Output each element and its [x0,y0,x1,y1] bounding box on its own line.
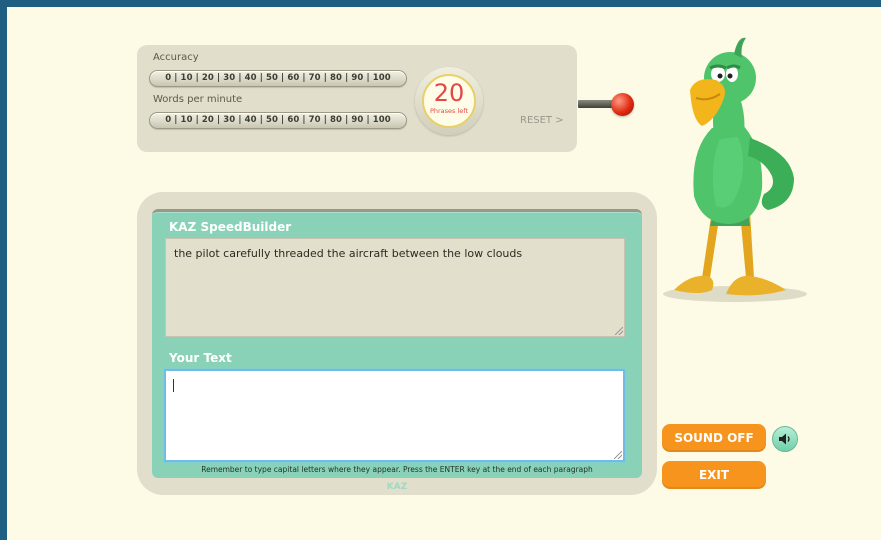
your-text-label: Your Text [169,351,232,365]
text-caret [173,379,174,392]
parrot-mascot [663,37,807,302]
lever-knob-icon [611,93,634,116]
reset-button[interactable]: RESET > [520,115,564,126]
phrases-left-count: 20 [433,79,465,107]
window-frame-left [0,0,7,540]
phrases-left-gauge: 20 Phrases left [415,67,483,135]
target-phrase: the pilot carefully threaded the aircraf… [174,247,523,260]
kaz-footer-mark: KAZ [386,482,408,492]
wpm-label: Words per minute [153,94,243,105]
speedbuilder-title: KAZ SpeedBuilder [169,220,292,234]
window-frame-top [0,0,881,7]
lever-icon [578,100,614,108]
accuracy-scale: 0 | 10 | 20 | 30 | 40 | 50 | 60 | 70 | 8… [149,70,407,87]
accuracy-label: Accuracy [153,52,199,63]
resize-grip-icon [615,327,623,335]
exit-button[interactable]: EXIT [662,461,766,489]
speedbuilder-panel: KAZ SpeedBuilder the pilot carefully thr… [152,209,642,478]
speaker-icon[interactable] [772,426,798,452]
stats-panel: Accuracy 0 | 10 | 20 | 30 | 40 | 50 | 60… [137,45,577,152]
typing-hint: Remember to type capital letters where t… [201,465,593,474]
phrases-left-label: Phrases left [429,107,469,115]
typing-input[interactable] [164,369,625,462]
sound-toggle-button[interactable]: SOUND OFF [662,424,766,452]
target-phrase-box: the pilot carefully threaded the aircraf… [165,238,625,337]
main-panel: KAZ SpeedBuilder the pilot carefully thr… [137,192,657,495]
resize-grip-icon[interactable] [614,451,622,459]
wpm-scale: 0 | 10 | 20 | 30 | 40 | 50 | 60 | 70 | 8… [149,112,407,129]
